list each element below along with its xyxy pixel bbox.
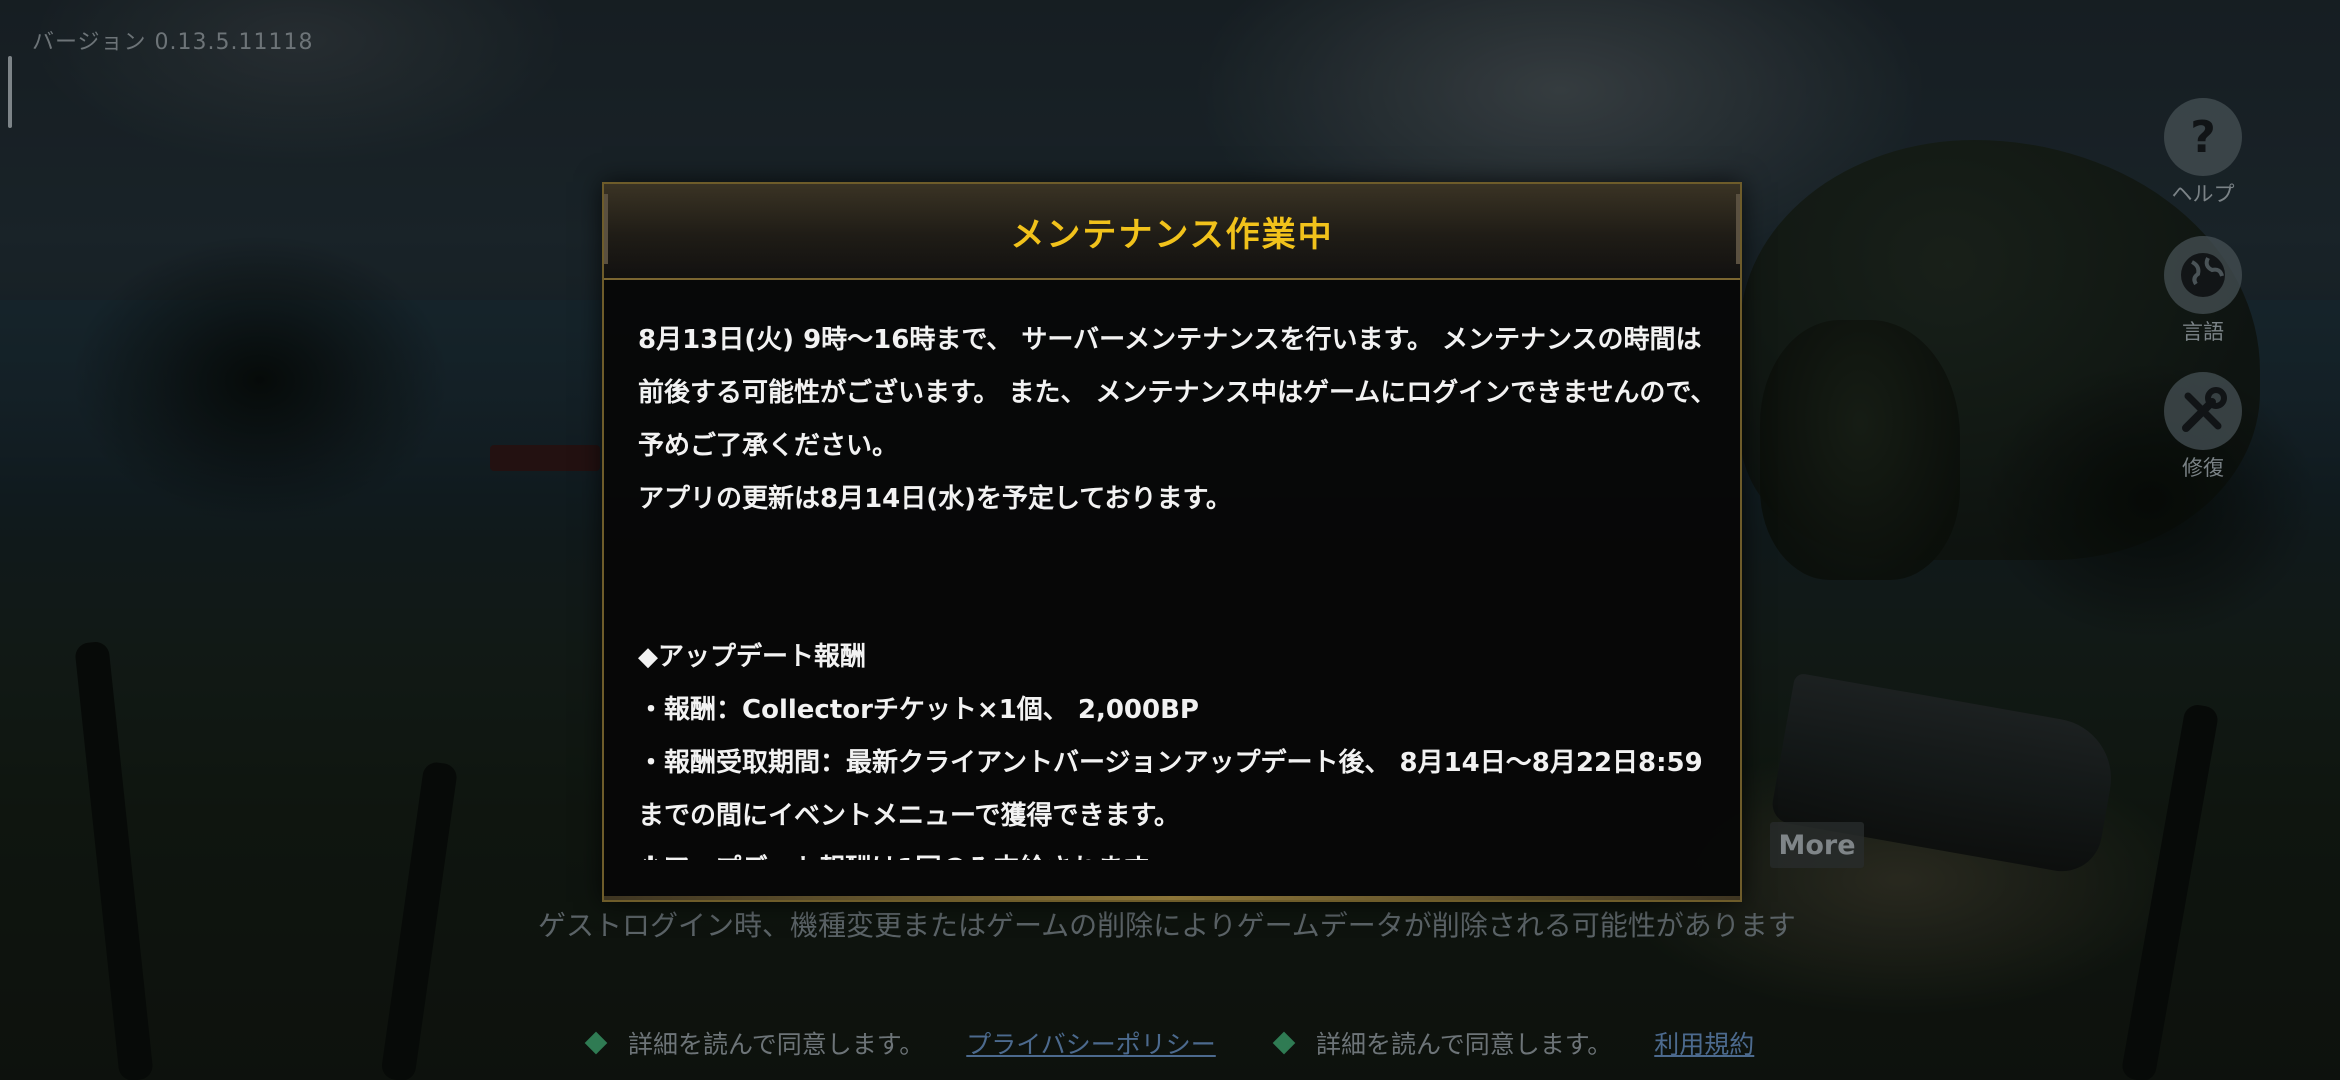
language-button-label: 言語 xyxy=(2182,320,2224,344)
app-update-text: アプリの更新は8月14日(水)を予定しております。 xyxy=(638,484,1232,514)
question-icon: ? xyxy=(2164,98,2242,176)
reward-period-text: ・報酬受取期間：最新クライアントバージョンアップデート後、 8月14日～8月22… xyxy=(638,748,1703,831)
wrench-icon-svg xyxy=(2182,387,2227,432)
terms-agreement-row[interactable]: 詳細を読んで同意します。 利用規約 xyxy=(1272,1025,1754,1061)
game-login-screen: バージョン 0.13.5.11118 ? ヘルプ 言語 修復 ゲストログイン時、… xyxy=(0,0,2340,1080)
help-button-label: ヘルプ xyxy=(2171,182,2235,206)
language-button[interactable]: 言語 xyxy=(2164,236,2242,346)
terms-agree-text: 詳細を読んで同意します。 xyxy=(1316,1030,1613,1059)
repair-button-label: 修復 xyxy=(2182,456,2224,480)
dialog-body-scroll[interactable]: 8月13日(火) 9時～16時まで、 サーバーメンテナンスを行います。 メンテナ… xyxy=(638,314,1718,860)
privacy-agree-text: 詳細を読んで同意します。 xyxy=(628,1030,925,1059)
version-label: バージョン 0.13.5.11118 xyxy=(32,30,314,55)
maintenance-dialog: メンテナンス作業中 8月13日(火) 9時～16時まで、 サーバーメンテナンスを… xyxy=(602,182,1742,902)
update-reward-heading: ◆アップデート報酬 xyxy=(638,642,866,672)
guest-login-warning: ゲストログイン時、機種変更またはゲームの削除によりゲームデータが削除される可能性… xyxy=(538,909,1796,942)
reward-note-text: ※アップデート報酬は1回のみ支給されます。 xyxy=(638,843,1718,860)
terms-agree-checkbox[interactable] xyxy=(1272,1031,1296,1055)
edge-indicator xyxy=(8,56,12,128)
help-button[interactable]: ? ヘルプ xyxy=(2164,98,2242,208)
privacy-policy-link[interactable]: プライバシーポリシー xyxy=(966,1025,1216,1061)
globe-icon-svg xyxy=(2181,253,2225,297)
wrench-icon xyxy=(2164,372,2242,450)
more-button[interactable]: More xyxy=(1770,822,1864,868)
globe-icon xyxy=(2164,236,2242,314)
terms-of-service-link[interactable]: 利用規約 xyxy=(1654,1025,1754,1061)
dialog-footer-divider xyxy=(604,896,1740,900)
dialog-title: メンテナンス作業中 xyxy=(1010,214,1334,255)
reward-item-text: ・報酬：Collectorチケット×1個、 2,000BP xyxy=(638,695,1199,725)
privacy-agreement-row[interactable]: 詳細を読んで同意します。 プライバシーポリシー xyxy=(584,1025,1216,1061)
dialog-header: メンテナンス作業中 xyxy=(604,184,1740,280)
privacy-agree-checkbox[interactable] xyxy=(584,1031,608,1055)
repair-button[interactable]: 修復 xyxy=(2164,372,2242,482)
maintenance-schedule-text: 8月13日(火) 9時～16時まで、 サーバーメンテナンスを行います。 メンテナ… xyxy=(638,325,1717,461)
